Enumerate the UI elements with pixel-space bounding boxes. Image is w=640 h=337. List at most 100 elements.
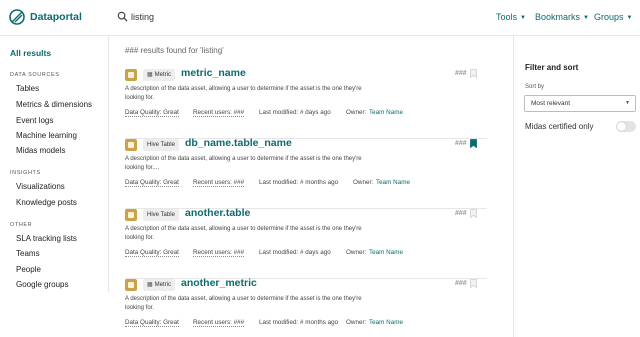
top-bar: Dataportal Tools▼ Bookmarks▼ Groups▼ (0, 0, 640, 36)
owner-link[interactable]: Team Name (376, 179, 410, 186)
nav-groups-label: Groups (594, 12, 624, 22)
data-quality[interactable]: Data Quality: Great (125, 249, 179, 257)
bookmark-icon[interactable] (470, 69, 477, 78)
badge-label: Metric (154, 72, 172, 78)
sidebar-item-sla-tracking-lists[interactable]: SLA tracking lists (16, 234, 77, 243)
sidebar-item-midas-models[interactable]: Midas models (16, 146, 65, 155)
result-score: ### (455, 70, 467, 77)
nav-tools-label: Tools (496, 12, 518, 22)
recent-users[interactable]: Recent users: ### (193, 109, 245, 117)
recent-users[interactable]: Recent users: ### (193, 249, 245, 257)
sidebar-heading-insights: INSIGHTS (10, 170, 41, 176)
nav-bookmarks[interactable]: Bookmarks ▼ (535, 12, 589, 22)
data-quality[interactable]: Data Quality: Great (125, 319, 179, 327)
last-modified: Last modified: # months ago (259, 179, 339, 186)
brand-name[interactable]: Dataportal (30, 11, 82, 23)
sort-select[interactable]: Most relevant ▼ (524, 95, 636, 112)
sidebar-item-people[interactable]: People (16, 265, 41, 274)
recent-users[interactable]: Recent users: ### (193, 319, 245, 327)
asset-type-badge: ▦ Metric (143, 69, 176, 81)
description-line: A description of the data asset, allowin… (125, 156, 362, 162)
description-line: looking for. (125, 95, 155, 101)
asset-type-icon (125, 69, 137, 81)
data-quality[interactable]: Data Quality: Great (125, 179, 179, 187)
description-line: A description of the data asset, allowin… (125, 226, 362, 232)
description-line: looking for. (125, 235, 155, 241)
bookmark-icon[interactable] (470, 279, 477, 288)
dataportal-logo-icon[interactable] (9, 9, 25, 25)
result-title[interactable]: another_metric (181, 277, 257, 289)
bookmark-icon[interactable] (470, 139, 477, 148)
result-title[interactable]: another.table (185, 207, 250, 219)
owner-link[interactable]: Team Name (369, 319, 403, 326)
result-score: ### (455, 210, 467, 217)
bookmark-icon[interactable] (470, 209, 477, 218)
result-card: Hive Table db_name.table_name ### A desc… (125, 137, 487, 209)
sidebar-item-visualizations[interactable]: Visualizations (16, 182, 65, 191)
owner-label: Owner: (346, 319, 367, 326)
sort-select-value: Most relevant (531, 100, 571, 107)
nav-tools[interactable]: Tools ▼ (496, 12, 526, 22)
results-count: ### results found for 'listing' (125, 46, 224, 55)
result-description: A description of the data asset, allowin… (125, 225, 393, 243)
sort-label: Sort by (525, 84, 545, 90)
last-modified: Last modified: # days ago (259, 249, 331, 256)
result-score: ### (455, 280, 467, 287)
result-title[interactable]: metric_name (181, 67, 246, 79)
result-title[interactable]: db_name.table_name (185, 137, 292, 149)
asset-type-badge: Hive Table (143, 209, 179, 221)
nav-groups[interactable]: Groups ▼ (594, 12, 632, 22)
badge-label: Hive Table (147, 212, 175, 218)
asset-type-icon (125, 209, 137, 221)
result-description: A description of the data asset, allowin… (125, 295, 393, 313)
filter-title: Filter and sort (525, 63, 579, 72)
asset-type-icon (125, 279, 137, 291)
owner-label: Owner: (353, 179, 374, 186)
sidebar: All results DATA SOURCES Tables Metrics … (0, 36, 109, 292)
last-modified: Last modified: # days ago (259, 109, 331, 116)
description-line: A description of the data asset, allowin… (125, 86, 362, 92)
result-card: ▦ Metric another_metric ### A description… (125, 277, 487, 337)
sidebar-heading-other: OTHER (10, 222, 33, 228)
toggle-knob (617, 122, 626, 131)
last-modified: Last modified: # months ago (259, 319, 339, 326)
nav-bookmarks-label: Bookmarks (535, 12, 581, 22)
result-card: ▦ Metric metric_name ### A description of… (125, 67, 487, 139)
chevron-down-icon: ▼ (583, 15, 589, 21)
asset-type-icon (125, 139, 137, 151)
description-line: looking for. (125, 305, 155, 311)
sidebar-item-google-groups[interactable]: Google groups (16, 280, 68, 289)
sidebar-item-knowledge-posts[interactable]: Knowledge posts (16, 198, 77, 207)
recent-users[interactable]: Recent users: ### (193, 179, 245, 187)
chevron-down-icon: ▼ (520, 15, 526, 21)
filter-panel: Filter and sort Sort by Most relevant ▼ … (513, 36, 640, 337)
asset-type-badge: Hive Table (143, 139, 179, 151)
midas-certified-label: Midas certified only (525, 122, 594, 131)
owner-link[interactable]: Team Name (369, 249, 403, 256)
result-description: A description of the data asset, allowin… (125, 155, 393, 173)
sidebar-item-machine-learning[interactable]: Machine learning (16, 131, 77, 140)
description-line: looking for.... (125, 165, 160, 171)
chevron-down-icon: ▼ (625, 100, 630, 106)
sidebar-item-teams[interactable]: Teams (16, 249, 40, 258)
owner-link[interactable]: Team Name (369, 109, 403, 116)
sidebar-item-all-results[interactable]: All results (10, 48, 51, 58)
midas-certified-toggle[interactable] (616, 121, 636, 132)
description-line: A description of the data asset, allowin… (125, 296, 362, 302)
owner-label: Owner: (346, 109, 367, 116)
badge-label: Metric (154, 282, 172, 288)
sidebar-item-tables[interactable]: Tables (16, 84, 39, 93)
sidebar-item-metrics-dimensions[interactable]: Metrics & dimensions (16, 100, 92, 109)
asset-type-badge: ▦ Metric (143, 279, 176, 291)
data-quality[interactable]: Data Quality: Great (125, 109, 179, 117)
result-description: A description of the data asset, allowin… (125, 85, 393, 103)
sidebar-heading-data-sources: DATA SOURCES (10, 72, 60, 78)
grid-icon: ▦ (147, 282, 153, 288)
badge-label: Hive Table (147, 142, 175, 148)
result-score: ### (455, 140, 467, 147)
chevron-down-icon: ▼ (626, 15, 633, 21)
search-input[interactable] (131, 9, 431, 25)
sidebar-item-event-logs[interactable]: Event logs (16, 116, 53, 125)
search-icon (117, 11, 128, 22)
owner-label: Owner: (346, 249, 367, 256)
